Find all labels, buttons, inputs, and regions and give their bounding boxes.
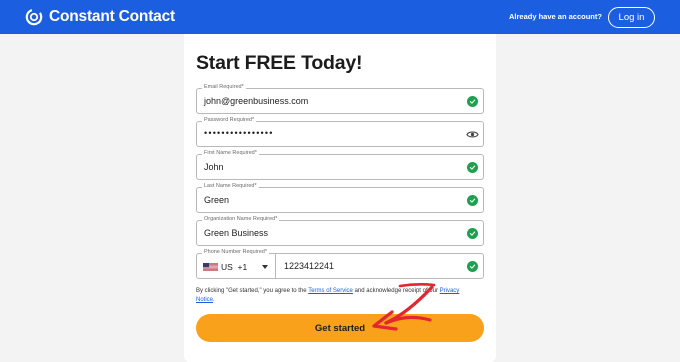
constant-contact-logo-icon: [25, 8, 43, 26]
check-circle-icon: [467, 261, 478, 272]
first-name-field-label: First Name Required*: [202, 150, 259, 156]
check-circle-icon: [467, 195, 478, 206]
country-code-select[interactable]: US +1: [197, 254, 276, 278]
email-field-label: Email Required*: [202, 84, 246, 90]
first-name-field-value: John: [204, 162, 224, 172]
first-name-field[interactable]: First Name Required* John: [196, 150, 484, 180]
brand-logo[interactable]: Constant Contact: [25, 8, 175, 26]
password-field-value: ••••••••••••••••: [204, 128, 274, 138]
password-field-label: Password Required*: [202, 117, 257, 123]
login-button[interactable]: Log in: [608, 7, 655, 28]
eye-icon[interactable]: [466, 129, 479, 140]
terms-of-service-link[interactable]: Terms of Service: [308, 288, 353, 294]
password-field[interactable]: Password Required* ••••••••••••••••: [196, 117, 484, 147]
last-name-field-value: Green: [204, 195, 230, 205]
check-circle-icon: [467, 162, 478, 173]
phone-number-input[interactable]: 1223412241: [284, 261, 334, 271]
email-field[interactable]: Email Required* john@greenbusiness.com: [196, 84, 484, 114]
top-navigation-bar: Constant Contact Already have an account…: [0, 0, 680, 34]
check-circle-icon: [467, 228, 478, 239]
email-field-value: john@greenbusiness.com: [204, 96, 309, 106]
last-name-field[interactable]: Last Name Required* Green: [196, 183, 484, 213]
phone-number-field: Phone Number Required* US +1 1223412241: [196, 249, 484, 279]
us-flag-icon: [203, 263, 218, 271]
page-title: Start FREE Today!: [196, 52, 363, 74]
last-name-field-label: Last Name Required*: [202, 183, 259, 189]
already-have-account-text: Already have an account?: [509, 12, 602, 21]
organization-name-field[interactable]: Organization Name Required* Green Busine…: [196, 216, 484, 246]
terms-notice: By clicking "Get started," you agree to …: [196, 288, 460, 303]
organization-name-field-value: Green Business: [204, 228, 269, 238]
check-circle-icon: [467, 96, 478, 107]
country-code-label: US +1: [221, 262, 248, 272]
chevron-down-icon: [262, 265, 268, 269]
get-started-button[interactable]: Get started: [196, 314, 484, 342]
organization-name-field-label: Organization Name Required*: [202, 216, 280, 222]
brand-name: Constant Contact: [49, 8, 175, 25]
